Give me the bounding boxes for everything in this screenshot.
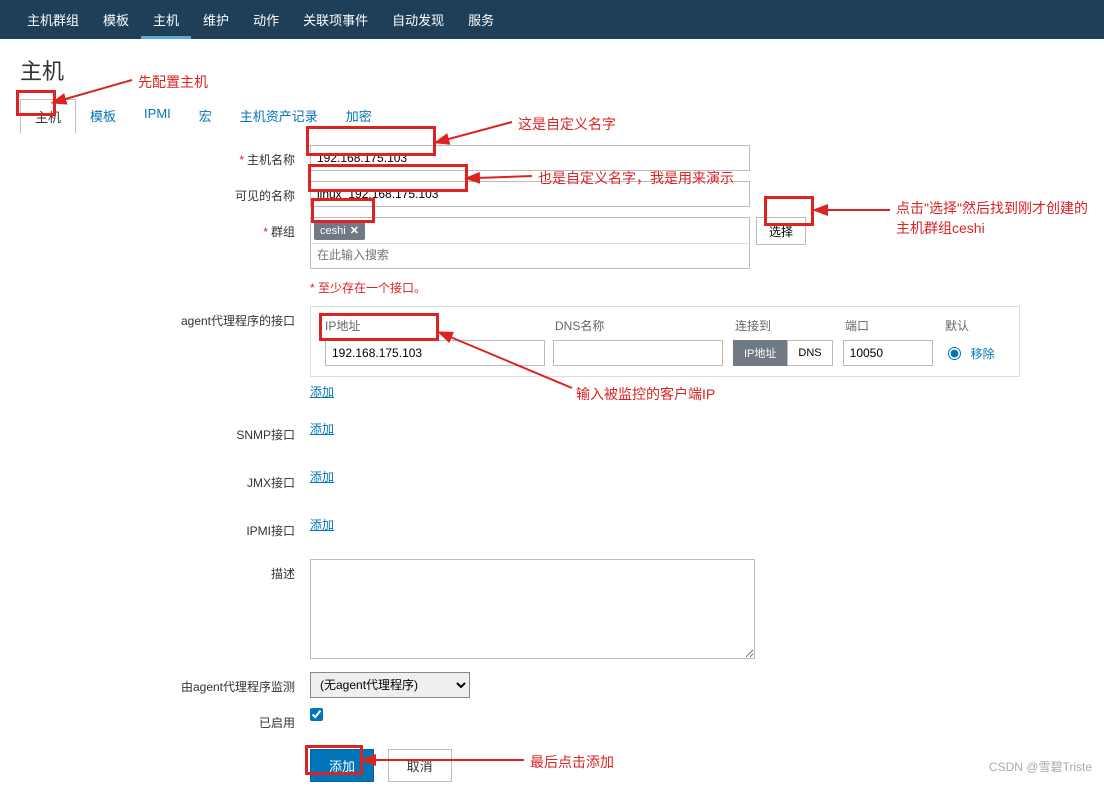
label-proxy: 由agent代理程序监测: [181, 680, 295, 694]
anno-text-2: 这是自定义名字: [518, 114, 616, 134]
conn-ip-button[interactable]: IP地址: [733, 340, 787, 366]
col-port: 端口: [845, 317, 945, 334]
remove-tag-icon[interactable]: ✕: [350, 225, 359, 237]
top-nav: 主机群组 模板 主机 维护 动作 关联项事件 自动发现 服务: [0, 0, 1104, 39]
label-desc: 描述: [271, 567, 295, 581]
label-ipmi-if: IPMI接口: [246, 524, 295, 538]
desc-textarea[interactable]: [310, 559, 755, 659]
agent-add-link[interactable]: 添加: [310, 385, 334, 399]
nav-discovery[interactable]: 自动发现: [380, 0, 456, 39]
label-hostname: 主机名称: [247, 153, 295, 167]
col-dns: DNS名称: [555, 317, 735, 334]
tab-encryption[interactable]: 加密: [332, 99, 386, 134]
label-enabled: 已启用: [259, 716, 295, 730]
tab-ipmi[interactable]: IPMI: [130, 99, 185, 134]
conn-dns-button[interactable]: DNS: [787, 340, 832, 366]
if-dns-input[interactable]: [553, 340, 723, 366]
nav-services[interactable]: 服务: [456, 0, 506, 39]
nav-correlation[interactable]: 关联项事件: [291, 0, 380, 39]
if-port-input[interactable]: [843, 340, 933, 366]
group-search-input[interactable]: [311, 243, 749, 266]
anno-text-1: 先配置主机: [138, 72, 208, 92]
label-groups: 群组: [271, 225, 295, 239]
tab-templates[interactable]: 模板: [76, 99, 130, 134]
col-default: 默认: [945, 317, 1005, 334]
anno-text-5: 输入被监控的客户端IP: [576, 384, 715, 404]
anno-text-4: 点击"选择"然后找到刚才创建的主机群组ceshi: [896, 198, 1096, 238]
add-button[interactable]: 添加: [310, 749, 374, 782]
if-remove-link[interactable]: 移除: [971, 345, 995, 362]
if-ip-input[interactable]: [325, 340, 545, 366]
label-jmx-if: JMX接口: [247, 476, 295, 490]
nav-hostgroups[interactable]: 主机群组: [15, 0, 91, 39]
cancel-button[interactable]: 取消: [388, 749, 452, 782]
nav-templates[interactable]: 模板: [91, 0, 141, 39]
tab-host[interactable]: 主机: [20, 99, 76, 134]
if-default-radio[interactable]: [948, 347, 961, 360]
nav-hosts[interactable]: 主机: [141, 0, 191, 39]
anno-text-6: 最后点击添加: [530, 752, 614, 772]
enabled-checkbox[interactable]: [310, 708, 323, 721]
agent-interface-box: IP地址 DNS名称 连接到 端口 默认 IP地址 DNS 移除: [310, 306, 1020, 377]
tab-macros[interactable]: 宏: [185, 99, 226, 134]
group-tags-box[interactable]: ceshi✕: [310, 217, 750, 269]
anno-text-3: 也是自定义名字，我是用来演示: [538, 168, 734, 188]
proxy-select[interactable]: (无agent代理程序): [310, 672, 470, 698]
tab-inventory[interactable]: 主机资产记录: [226, 99, 332, 134]
select-group-button[interactable]: 选择: [756, 217, 806, 245]
nav-actions[interactable]: 动作: [241, 0, 291, 39]
group-tag-ceshi[interactable]: ceshi✕: [314, 221, 365, 240]
snmp-add-link[interactable]: 添加: [310, 422, 334, 436]
label-visible: 可见的名称: [235, 189, 295, 203]
jmx-add-link[interactable]: 添加: [310, 470, 334, 484]
label-agent-if: agent代理程序的接口: [181, 314, 295, 328]
ipmi-add-link[interactable]: 添加: [310, 518, 334, 532]
nav-maintenance[interactable]: 维护: [191, 0, 241, 39]
col-ip: IP地址: [325, 317, 555, 334]
col-conn: 连接到: [735, 317, 845, 334]
error-interface: * 至少存在一个接口。: [310, 279, 1084, 296]
label-snmp-if: SNMP接口: [236, 428, 295, 442]
watermark: CSDN @雪碧Triste: [989, 758, 1092, 775]
